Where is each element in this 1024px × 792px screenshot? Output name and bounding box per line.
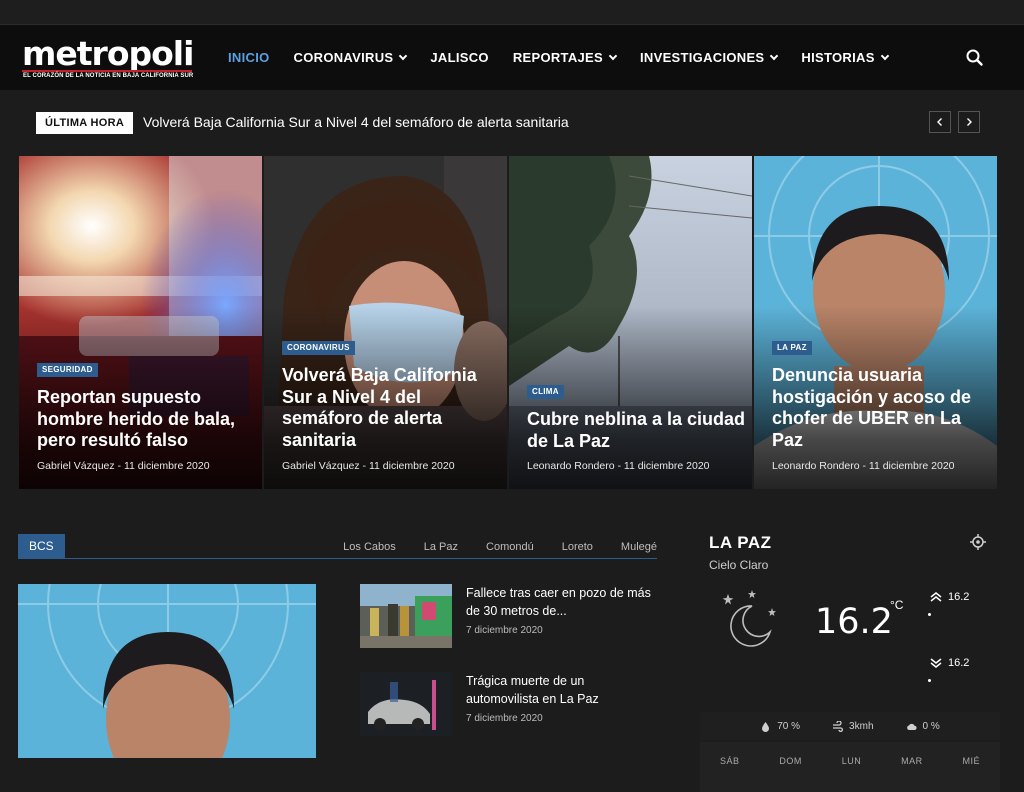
hero-card-seguridad[interactable]: SEGURIDAD Reportan supuesto hombre herid… — [19, 156, 262, 489]
weather-low: 16.2 — [930, 657, 969, 669]
nav-item-historias[interactable]: HISTORIAS — [789, 25, 899, 90]
news-list-item[interactable]: Trágica muerte de un automovilista en La… — [360, 672, 660, 738]
wind-icon — [833, 720, 844, 732]
hero-card-coronavirus[interactable]: CORONAVIRUS Volverá Baja California Sur … — [264, 156, 507, 489]
weather-wind: 3kmh — [832, 720, 874, 732]
tab-loreto[interactable]: Loreto — [562, 541, 593, 553]
hero-category-badge[interactable]: SEGURIDAD — [37, 363, 98, 377]
thumb-image-firefighters — [360, 584, 452, 648]
weather-city: LA PAZ — [709, 533, 772, 552]
chevron-down-icon — [608, 51, 618, 61]
top-strip — [0, 0, 1024, 25]
thumb-image-car-crash — [360, 672, 452, 736]
tab-comondu[interactable]: Comondú — [486, 541, 534, 553]
forecast-day: MIÉ — [962, 756, 981, 766]
nav-item-label: REPORTAJES — [512, 50, 603, 65]
site-header: metropoli EL CORAZÓN DE LA NOTICIA EN BA… — [0, 25, 1024, 90]
hero-title[interactable]: Reportan supuesto hombre herido de bala,… — [37, 387, 257, 452]
forecast-day: SÁB — [719, 756, 740, 766]
news-title[interactable]: Trágica muerte de un automovilista en La… — [466, 672, 660, 708]
logo-tagline: EL CORAZÓN DE LA NOTICIA EN BAJA CALIFOR… — [23, 73, 194, 79]
weather-dot — [928, 613, 931, 616]
hero-meta: Leonardo Rondero - 11 diciembre 2020 — [772, 460, 955, 472]
nav-item-label: INVESTIGACIONES — [640, 50, 765, 65]
weather-forecast-days: SÁB DOM LUN MAR MIÉ — [700, 742, 1000, 792]
weather-wind-value: 3kmh — [849, 720, 874, 732]
weather-stats: 70 % 3kmh 0 % — [700, 712, 1000, 740]
breaking-next-button[interactable] — [958, 111, 980, 133]
chevron-right-icon — [967, 118, 972, 126]
nav-item-inicio[interactable]: INICIO — [216, 25, 282, 90]
bcs-section-header: BCS Los Cabos La Paz Comondú Loreto Mule… — [18, 534, 657, 559]
featured-article-image[interactable] — [18, 584, 316, 758]
weather-condition: Cielo Claro — [709, 558, 769, 572]
search-icon — [966, 49, 983, 66]
news-list-item[interactable]: Fallece tras caer en pozo de más de 30 m… — [360, 584, 660, 650]
droplet-icon — [762, 721, 770, 732]
hero-card-la-paz[interactable]: LA PAZ Denuncia usuaria hostigación y ac… — [754, 156, 997, 489]
weather-widget: LA PAZ Cielo Claro 16.2 °C 16.2 16.2 70 … — [700, 520, 1000, 792]
location-button[interactable] — [969, 533, 987, 551]
chevron-down-icon — [770, 51, 779, 61]
hero-category-badge[interactable]: CORONAVIRUS — [282, 341, 355, 355]
nav-item-label: INICIO — [228, 50, 270, 65]
nav-item-investigaciones[interactable]: INVESTIGACIONES — [628, 25, 789, 90]
crosshair-icon — [970, 534, 986, 550]
weather-low-value: 16.2 — [948, 657, 970, 669]
weather-dot — [928, 679, 931, 682]
tab-la-paz[interactable]: La Paz — [424, 541, 458, 553]
breaking-prev-button[interactable] — [929, 111, 951, 133]
weather-high: 16.2 — [930, 591, 969, 603]
hero-title[interactable]: Denuncia usuaria hostigación y acoso de … — [772, 365, 992, 451]
hero-meta: Leonardo Rondero - 11 diciembre 2020 — [527, 460, 710, 472]
news-date: 7 diciembre 2020 — [466, 713, 543, 724]
breaking-news-bar: ÚLTIMA HORA Volverá Baja California Sur … — [0, 90, 1024, 152]
nav-item-coronavirus[interactable]: CORONAVIRUS — [282, 25, 419, 90]
nav-item-label: JALISCO — [430, 50, 489, 65]
breaking-label: ÚLTIMA HORA — [36, 112, 134, 134]
forecast-day: MAR — [901, 756, 923, 766]
chevron-down-icon — [399, 51, 408, 61]
nav-item-jalisco[interactable]: JALISCO — [418, 25, 500, 90]
forecast-day: LUN — [841, 756, 862, 766]
hero-category-badge[interactable]: CLIMA — [527, 385, 564, 399]
chevron-left-icon — [937, 118, 942, 126]
news-thumbnail — [360, 584, 452, 648]
main-nav: INICIO CORONAVIRUS JALISCO REPORTAJES IN… — [216, 25, 900, 90]
news-title[interactable]: Fallece tras caer en pozo de más de 30 m… — [466, 584, 660, 620]
news-thumbnail — [360, 672, 452, 736]
weather-clouds: 0 % — [906, 721, 940, 732]
section-tabs: Los Cabos La Paz Comondú Loreto Mulegé — [315, 534, 657, 559]
site-logo[interactable]: metropoli EL CORAZÓN DE LA NOTICIA EN BA… — [22, 32, 194, 84]
nav-item-reportajes[interactable]: REPORTAJES — [501, 25, 628, 90]
moon-stars-icon — [722, 590, 776, 647]
search-button[interactable] — [962, 45, 988, 71]
hero-card-clima[interactable]: CLIMA Cubre neblina a la ciudad de La Pa… — [509, 156, 752, 489]
hero-title[interactable]: Volverá Baja California Sur a Nivel 4 de… — [282, 365, 502, 451]
cloud-icon — [906, 723, 917, 730]
hero-meta: Gabriel Vázquez - 11 diciembre 2020 — [37, 460, 210, 472]
tab-los-cabos[interactable]: Los Cabos — [343, 541, 396, 553]
weather-temperature: 16.2 — [815, 602, 893, 642]
tab-mulege[interactable]: Mulegé — [621, 541, 657, 553]
chevron-down-icon — [880, 51, 889, 61]
hero-meta: Gabriel Vázquez - 11 diciembre 2020 — [282, 460, 455, 472]
hero-category-badge[interactable]: LA PAZ — [772, 341, 812, 355]
weather-high-value: 16.2 — [948, 591, 970, 603]
logo-underline — [22, 70, 192, 72]
weather-humidity: 70 % — [760, 721, 800, 732]
weather-unit: °C — [890, 598, 904, 612]
forecast-day: DOM — [779, 756, 802, 766]
breaking-headline[interactable]: Volverá Baja California Sur a Nivel 4 de… — [143, 114, 569, 130]
nav-item-label: CORONAVIRUS — [293, 50, 394, 65]
hero-title[interactable]: Cubre neblina a la ciudad de La Paz — [527, 409, 747, 452]
featured-image-man-portrait — [18, 584, 316, 758]
section-label[interactable]: BCS — [18, 534, 65, 559]
nav-item-label: HISTORIAS — [801, 50, 875, 65]
weather-humidity-value: 70 % — [777, 720, 801, 732]
double-chevron-up-icon — [930, 592, 942, 602]
double-chevron-down-icon — [930, 658, 942, 668]
weather-clouds-value: 0 % — [922, 720, 940, 732]
news-date: 7 diciembre 2020 — [466, 625, 543, 636]
